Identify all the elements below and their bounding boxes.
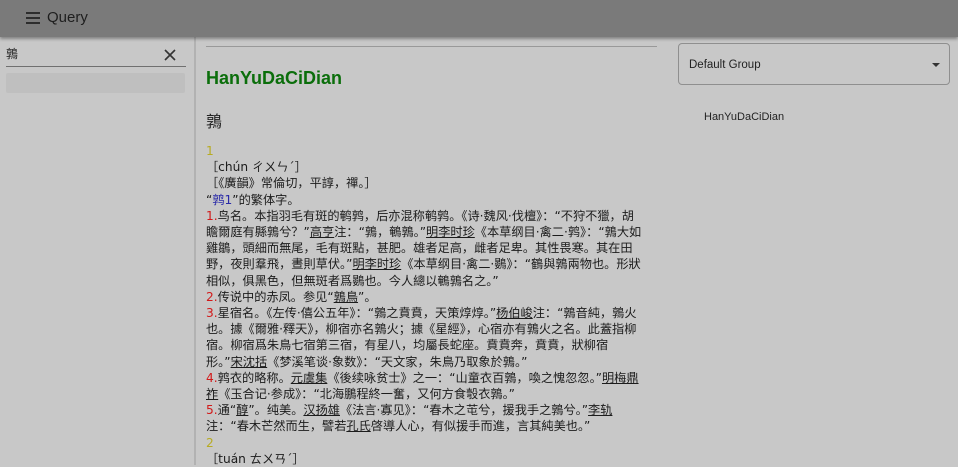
entry-text: 宿。柳宿爲朱鳥七宿第三宿，有星八，均屬長蛇座。賁賁奔，賁賁，狀柳宿 bbox=[206, 338, 609, 353]
cross-reference-link[interactable]: 明李时珍 bbox=[352, 257, 401, 271]
dictionary-title: HanYuDaCiDian bbox=[206, 68, 343, 88]
entry-line: 瞻爾庭有縣鶉兮？”高亨注：“鶉，鵪鶉。”明李时珍《本草纲目·禽二·鹑》：“鶉大如 bbox=[206, 224, 658, 240]
entry-text: 啓導人心，有似援手而進，言其純美也。” bbox=[370, 419, 591, 434]
entry-line: 雞鶵，頭細而無尾，毛有斑點，甚肥。雄者足高，雌者足卑。其性畏寒。其在田 bbox=[206, 240, 658, 256]
right-panel bbox=[669, 37, 958, 465]
entry-line: 野，夜則羣飛，晝則草伏。”明李时珍《本草纲目·禽二·鷃》：“鶴與鶉兩物也。形狀 bbox=[206, 256, 658, 272]
pronunciation-number: 1 bbox=[206, 144, 214, 158]
entry-text: 《本草纲目·禽二·鹑》：“鶉大如 bbox=[474, 225, 642, 240]
cross-reference-link[interactable]: 孔氏 bbox=[346, 419, 370, 433]
entry-line: 祚《玉合记·参成》：“北海鵬程終一奮，又何方食彀衣鶉。” bbox=[206, 386, 658, 402]
entry-line: 3.星宿名。《左传·僖公五年》：“鶉之賁賁，天策焞焞。”杨伯峻注：“鶉音純，鶉火 bbox=[206, 305, 658, 321]
search-underline bbox=[6, 66, 186, 67]
entry-line: “鹑1”的繁体字。 bbox=[206, 192, 658, 208]
entry-body: 1 ［chún ㄔㄨㄣˊ］ ［《廣韻》常倫切，平諄，禪。］ “鹑1”的繁体字。 1.鸟名… bbox=[206, 143, 658, 467]
entry-text: 也。據《爾雅·釋天》，柳宿亦名鶉火；據《星經》，心宿亦有鶉火之名。此蓋指柳 bbox=[206, 322, 637, 337]
group-select[interactable]: Default Group bbox=[678, 43, 950, 85]
app-bar: Query bbox=[0, 0, 958, 37]
entry-text: 注：“鶉音純，鶉火 bbox=[532, 306, 637, 321]
divider bbox=[206, 46, 657, 47]
entry-text: 雞鶵，頭細而無尾，毛有斑點，甚肥。雄者足高，雌者足卑。其性畏寒。其在田 bbox=[206, 241, 633, 256]
entry-text: 鹑衣的略称。 bbox=[217, 370, 291, 385]
entry-text: 相似，俱黑色，但無斑者爲鷃也。今人總以鵪鶉名之。” bbox=[206, 273, 499, 288]
cross-reference-link[interactable]: 李轨 bbox=[588, 403, 612, 417]
group-select-label: Default Group bbox=[689, 59, 761, 71]
entry-text: ”。纯美。 bbox=[248, 403, 304, 418]
sense-number: 2. bbox=[206, 289, 218, 304]
caret-down-icon bbox=[932, 63, 940, 67]
entry-line: 形。”宋沈括《梦溪笔谈·象数》：“天文家，朱鳥乃取象於鶉。” bbox=[206, 354, 658, 370]
entry-text: ［chún ㄔㄨㄣˊ］ bbox=[206, 160, 307, 175]
entry-text: 传说中的赤凤。参见“ bbox=[217, 289, 334, 304]
entry-line: 也。據《爾雅·釋天》，柳宿亦名鶉火；據《星經》，心宿亦有鶉火之名。此蓋指柳 bbox=[206, 321, 658, 337]
entry-line: 2.传说中的赤凤。参见“鶉鳥”。 bbox=[206, 289, 658, 305]
cross-reference-link[interactable]: 醇 bbox=[236, 403, 248, 417]
entry-text: 《後续咏贫士》之一：“山童衣百鶉，喚之愧忽忽。” bbox=[327, 370, 602, 385]
cross-reference-link[interactable]: 鶉鳥 bbox=[334, 290, 358, 304]
entry-text: 《梦溪笔谈·象数》：“天文家，朱鳥乃取象於鶉。” bbox=[267, 354, 528, 369]
result-list-item[interactable] bbox=[6, 73, 185, 93]
cross-reference-link[interactable]: 宋沈括 bbox=[231, 355, 268, 369]
cross-reference-link[interactable]: 元虞集 bbox=[291, 371, 328, 385]
cross-reference-link[interactable]: 明梅鼎 bbox=[602, 371, 639, 385]
entry-text: 《法言·寡见》：“春木之芚兮，援我手之鶉兮。” bbox=[339, 403, 589, 418]
cross-reference-link[interactable]: 杨伯峻 bbox=[496, 306, 533, 320]
entry-line: 1 bbox=[206, 143, 658, 159]
entry-line: 宿。柳宿爲朱鳥七宿第三宿，有星八，均屬長蛇座。賁賁奔，賁賁，狀柳宿 bbox=[206, 337, 658, 353]
cross-reference-link[interactable]: 祚 bbox=[206, 387, 218, 401]
entry-text: ”的繁体字。 bbox=[232, 192, 300, 207]
sense-number: 5. bbox=[206, 403, 218, 418]
entry-text: 鸟名。本指羽毛有斑的鹌鹑，后亦混称鹌鹑。《诗·魏风·伐檀》：“不狩不獵，胡 bbox=[217, 208, 634, 223]
entry-text: ［tuán ㄊㄨㄢˊ］ bbox=[206, 451, 305, 466]
entry-text: 野，夜則羣飛，晝則草伏。” bbox=[206, 257, 353, 272]
cross-reference-link[interactable]: 高亨 bbox=[310, 225, 334, 239]
close-icon[interactable] bbox=[163, 48, 177, 62]
cross-reference-link[interactable]: 汉扬雄 bbox=[303, 403, 340, 417]
cross-reference-link[interactable]: 明李时珍 bbox=[426, 225, 475, 239]
dictionary-list-item[interactable]: HanYuDaCiDian bbox=[704, 111, 784, 123]
entry-line: 5.通“醇”。纯美。汉扬雄《法言·寡见》：“春木之芚兮，援我手之鶉兮。”李轨 bbox=[206, 402, 658, 418]
entry-text: ［《廣韻》常倫切，平諄，禪。］ bbox=[206, 176, 377, 191]
entry-text: ”。 bbox=[358, 289, 377, 304]
entry-line: 注：“春木芒然而生，譬若孔氏啓導人心，有似援手而進，言其純美也。” bbox=[206, 418, 658, 434]
sense-number: 1. bbox=[206, 208, 218, 223]
app-title: Query bbox=[47, 9, 88, 26]
search-input[interactable] bbox=[6, 46, 156, 60]
menu-icon[interactable] bbox=[26, 12, 40, 24]
entry-line: ［chún ㄔㄨㄣˊ］ bbox=[206, 159, 658, 175]
sense-number: 4. bbox=[206, 370, 218, 385]
entry-text: 注：“春木芒然而生，譬若 bbox=[206, 419, 347, 434]
entry-line: 4.鹑衣的略称。元虞集《後续咏贫士》之一：“山童衣百鶉，喚之愧忽忽。”明梅鼎 bbox=[206, 370, 658, 386]
entry-text: 注：“鶉，鵪鶉。” bbox=[334, 225, 427, 240]
entry-text: 形。” bbox=[206, 354, 231, 369]
entry-text[interactable]: 鹑1 bbox=[212, 193, 232, 207]
entry-text: 星宿名。《左传·僖公五年》：“鶉之賁賁，天策焞焞。” bbox=[217, 306, 497, 321]
headword: 鶉 bbox=[206, 112, 223, 131]
entry-text: 瞻爾庭有縣鶉兮？” bbox=[206, 225, 310, 240]
entry-text: 《本草纲目·禽二·鷃》：“鶴與鶉兩物也。形狀 bbox=[401, 257, 641, 272]
left-panel bbox=[0, 37, 195, 465]
entry-line: ［《廣韻》常倫切，平諄，禪。］ bbox=[206, 175, 658, 191]
pronunciation-number: 2 bbox=[206, 435, 214, 450]
entry-text: 《玉合记·参成》：“北海鵬程終一奮，又何方食彀衣鶉。” bbox=[218, 387, 515, 402]
entry-line: 1.鸟名。本指羽毛有斑的鹌鹑，后亦混称鹌鹑。《诗·魏风·伐檀》：“不狩不獵，胡 bbox=[206, 208, 658, 224]
entry-text: 通“ bbox=[217, 403, 237, 418]
sense-number: 3. bbox=[206, 306, 218, 321]
entry-line: 相似，俱黑色，但無斑者爲鷃也。今人總以鵪鶉名之。” bbox=[206, 273, 658, 289]
entry-line: 2 bbox=[206, 435, 658, 451]
